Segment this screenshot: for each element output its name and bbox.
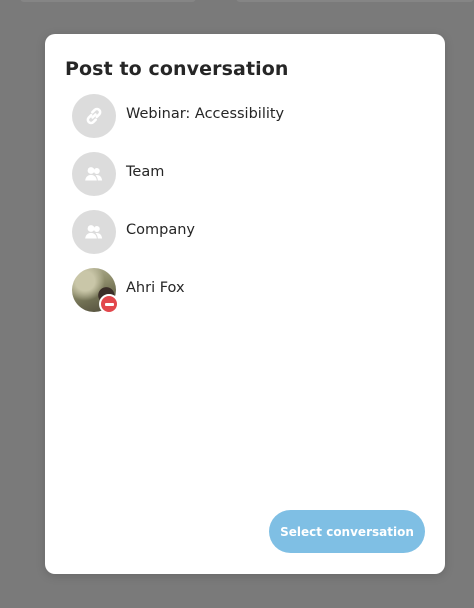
conversation-label: Team <box>126 164 165 180</box>
conversation-item-company[interactable]: Company <box>72 208 412 266</box>
link-icon <box>72 94 116 138</box>
background-panel-right <box>236 0 474 2</box>
conversation-label: Ahri Fox <box>126 280 185 296</box>
user-avatar <box>72 268 119 314</box>
group-icon <box>72 210 116 254</box>
group-icon <box>72 152 116 196</box>
background-panel-left <box>20 0 196 2</box>
conversation-item-webinar-accessibility[interactable]: Webinar: Accessibility <box>72 92 412 150</box>
conversation-item-team[interactable]: Team <box>72 150 412 208</box>
conversation-label: Webinar: Accessibility <box>126 106 285 122</box>
conversation-list: Webinar: Accessibility Team Company Ahri… <box>72 92 412 324</box>
post-to-conversation-dialog: Post to conversation Webinar: Accessibil… <box>45 34 445 574</box>
conversation-item-ahri-fox[interactable]: Ahri Fox <box>72 266 412 324</box>
select-conversation-button[interactable]: Select conversation <box>269 510 425 553</box>
do-not-disturb-icon <box>99 294 119 314</box>
conversation-label: Company <box>126 222 195 238</box>
dialog-title: Post to conversation <box>65 58 289 80</box>
